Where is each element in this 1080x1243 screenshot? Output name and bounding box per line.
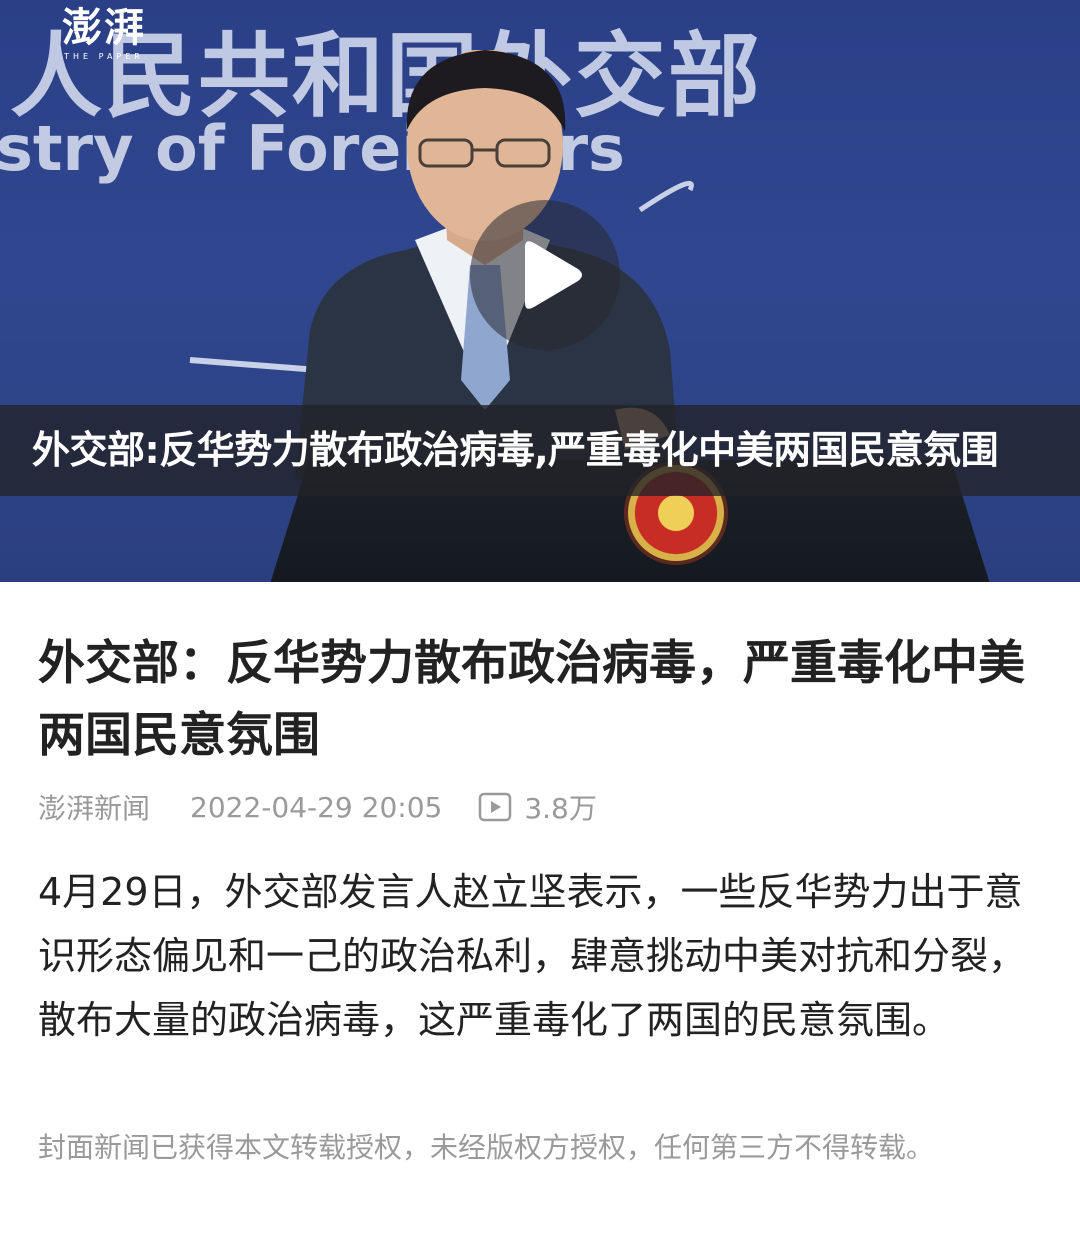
play-button[interactable] [470,200,620,350]
article-body: 4月29日，外交部发言人赵立坚表示，一些反华势力出于意识形态偏见和一己的政治私利… [38,870,1027,1042]
play-square-icon [478,792,512,822]
play-icon [525,241,582,309]
video-caption: 外交部:反华势力散布政治病毒,严重毒化中美两国民意氛围 [32,428,999,472]
copyright-notice: 封面新闻已获得本文转载授权，未经版权方授权，任何第三方不得转载。 [38,1131,935,1164]
article-meta: 澎湃新闻 2022-04-29 20:05 3.8万 [38,782,597,832]
article-title: 外交部：反华势力散布政治病毒，严重毒化中美两国民意氛围 [38,636,1025,763]
video-player[interactable]: 人民共和国外交部 stry of Forei ffairs 澎湃 THE PAP… [0,0,1080,582]
article-datetime: 2022-04-29 20:05 [190,790,443,824]
watermark-subtext: THE PAPER [64,52,144,61]
view-count: 3.8万 [524,792,597,825]
watermark-text: 澎湃 [62,4,146,51]
thepaper-watermark-logo: 澎湃 THE PAPER [54,4,154,66]
article-source[interactable]: 澎湃新闻 [38,787,150,827]
